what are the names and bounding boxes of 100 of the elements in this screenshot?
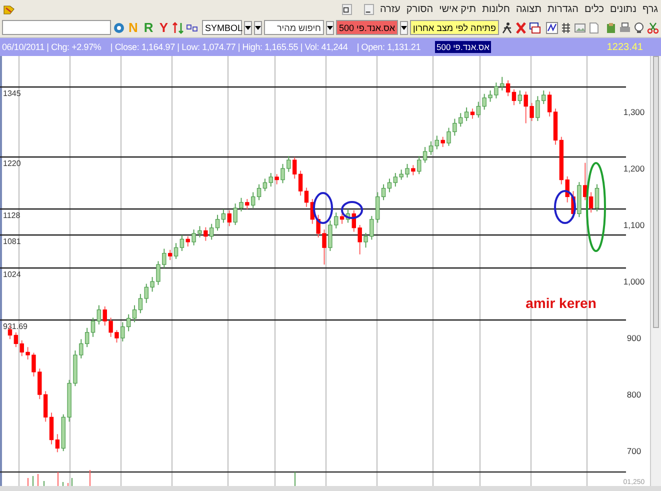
menu-item[interactable]: כלים bbox=[584, 4, 604, 15]
axis-label: 900 bbox=[626, 333, 642, 344]
axis-label: 800 bbox=[626, 390, 642, 400]
layout-dropdown[interactable]: פתיחה לפי מצב אחרון bbox=[410, 20, 499, 35]
axis-label: 1,300 bbox=[623, 106, 645, 117]
dropdown-arrow-button[interactable] bbox=[326, 20, 334, 34]
annotation-text: amir keren bbox=[526, 295, 596, 311]
candlestick bbox=[174, 242, 178, 260]
bulb-icon[interactable] bbox=[633, 22, 645, 34]
quote-stats: 06/10/2011 | Chg: +2.97% | Close: 1,164.97 | Low: 1,074.77 | High: 1,165.55 | Vol: 41,244 | Open: 1,131.21 bbox=[2, 42, 421, 52]
symbol-badge: אס.אנד.פי 500 bbox=[434, 41, 492, 53]
candlestick bbox=[227, 210, 232, 227]
level-label: 931.69 bbox=[3, 322, 28, 331]
highlight-ellipse bbox=[341, 201, 363, 219]
quick-search-field[interactable]: חיפוש מהיר bbox=[264, 20, 324, 35]
text-field[interactable] bbox=[2, 20, 111, 35]
candlestick bbox=[340, 213, 344, 224]
candlestick bbox=[168, 249, 172, 261]
caret-icon bbox=[401, 26, 408, 30]
up-down-arrows-icon[interactable] bbox=[172, 22, 184, 34]
candlestick bbox=[90, 317, 96, 338]
candlestick bbox=[132, 304, 137, 323]
highlight-ellipse bbox=[554, 190, 576, 224]
candlestick bbox=[594, 184, 600, 212]
candlestick bbox=[381, 184, 386, 201]
vertical-scrollbar[interactable] bbox=[650, 56, 661, 486]
candlestick bbox=[180, 234, 184, 252]
dropdown-arrow-button[interactable] bbox=[254, 20, 262, 34]
candlestick bbox=[186, 236, 190, 247]
candlestick bbox=[49, 412, 54, 445]
line-chart-icon[interactable] bbox=[546, 22, 558, 34]
highlight-ellipse bbox=[313, 192, 333, 224]
candlestick bbox=[588, 192, 594, 214]
level-label: 1081 bbox=[3, 237, 21, 246]
figure-icon[interactable] bbox=[501, 22, 513, 34]
menu-item[interactable]: הגדרות bbox=[548, 4, 578, 15]
scissors-icon[interactable] bbox=[647, 22, 659, 34]
level-label: 1128 bbox=[3, 211, 20, 220]
level-label: 1024 bbox=[3, 270, 21, 279]
axis-label: 1,100 bbox=[623, 220, 645, 230]
candlestick bbox=[428, 140, 434, 156]
candlestick bbox=[304, 187, 309, 208]
tiles-icon[interactable] bbox=[186, 22, 198, 34]
app-icon bbox=[3, 4, 15, 14]
candlestick bbox=[55, 434, 60, 453]
menu-item[interactable]: הסורק bbox=[406, 4, 434, 15]
grid-icon[interactable] bbox=[560, 22, 572, 34]
candlestick bbox=[245, 198, 250, 210]
axis-label: 700 bbox=[626, 446, 642, 456]
caret-icon bbox=[326, 26, 333, 30]
candlestick bbox=[274, 174, 279, 185]
windows-icon[interactable] bbox=[529, 22, 541, 34]
candlestick bbox=[292, 156, 297, 180]
cross-icon[interactable] bbox=[515, 22, 527, 34]
restore-icon bbox=[343, 6, 350, 13]
symbol-dropdown[interactable]: SYMBOL bbox=[202, 20, 242, 35]
dropdown-arrow-button[interactable] bbox=[400, 20, 408, 34]
candlestick bbox=[387, 178, 392, 193]
menu-item[interactable]: גרף bbox=[642, 4, 658, 15]
candlestick bbox=[209, 223, 214, 240]
menu-item[interactable]: נתונים bbox=[610, 4, 636, 15]
candlestick bbox=[547, 91, 552, 117]
menu-item[interactable]: חלונות bbox=[482, 4, 510, 15]
candlestick bbox=[268, 172, 273, 188]
menu-item[interactable]: תיק אישי bbox=[439, 4, 476, 15]
candlestick bbox=[256, 184, 262, 201]
candlestick bbox=[440, 136, 445, 148]
candlestick bbox=[411, 164, 416, 176]
document-icon[interactable] bbox=[588, 22, 600, 34]
clipboard-icon[interactable] bbox=[605, 22, 617, 34]
menu-item[interactable]: תצוגה bbox=[516, 4, 542, 15]
circle-icon[interactable] bbox=[112, 22, 125, 34]
minimize-button[interactable] bbox=[364, 4, 374, 15]
candlestick bbox=[506, 80, 510, 97]
menu-item[interactable]: עזרה bbox=[380, 4, 400, 15]
candlestick bbox=[518, 90, 522, 105]
index-dropdown[interactable]: אס.אנד.פי 500 bbox=[336, 20, 398, 35]
candlestick bbox=[417, 156, 422, 175]
dropdown-arrow-button[interactable] bbox=[244, 20, 252, 34]
candlestick bbox=[262, 178, 268, 192]
restore-button[interactable] bbox=[342, 4, 352, 15]
letter-tool-button[interactable]: Y bbox=[159, 20, 168, 34]
printer-icon[interactable] bbox=[619, 22, 631, 34]
candlestick bbox=[470, 108, 475, 120]
last-value: 1223.41 bbox=[606, 42, 643, 52]
candlestick bbox=[434, 135, 440, 150]
scroll-thumb[interactable] bbox=[653, 56, 659, 328]
axis-label: 1,000 bbox=[623, 276, 645, 287]
candlestick bbox=[221, 208, 226, 224]
level-label: 1345 bbox=[3, 89, 21, 98]
candlestick bbox=[512, 88, 516, 106]
candlestick bbox=[298, 170, 303, 196]
candlestick bbox=[215, 214, 220, 232]
candlestick bbox=[96, 304, 102, 325]
axis-label: 1,200 bbox=[623, 163, 645, 174]
candlestick bbox=[422, 146, 428, 164]
horizontal-scrollbar[interactable] bbox=[0, 486, 661, 491]
candlestick bbox=[251, 192, 256, 209]
level-label: 1220 bbox=[3, 159, 21, 168]
candlestick bbox=[204, 226, 208, 242]
